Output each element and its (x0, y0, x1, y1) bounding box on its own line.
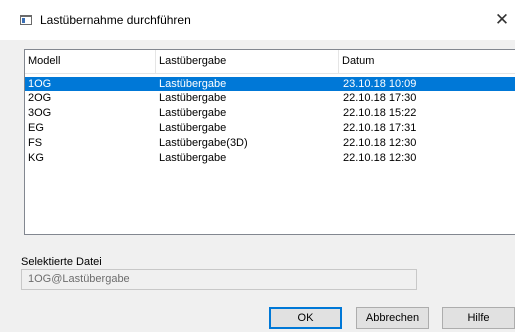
help-button[interactable]: Hilfe (442, 307, 515, 329)
cell-modell: 1OG (28, 78, 52, 90)
cell-lastuebergabe: Lastübergabe (159, 92, 227, 104)
cell-lastuebergabe: Lastübergabe (159, 152, 227, 164)
list-row-1og[interactable]: 1OG Lastübergabe 23.10.18 10:09 (25, 77, 515, 91)
cell-datum: 22.10.18 12:30 (343, 137, 417, 149)
cell-lastuebergabe: Lastübergabe (159, 107, 227, 119)
cell-datum: 23.10.18 10:09 (343, 78, 417, 90)
cell-datum: 22.10.18 12:30 (343, 152, 417, 164)
list-row-kg[interactable]: KG Lastübergabe 22.10.18 12:30 (25, 152, 515, 165)
cell-modell: EG (28, 122, 44, 134)
window-app-icon (20, 15, 32, 25)
cell-modell: KG (28, 152, 44, 164)
cell-lastuebergabe: Lastübergabe (159, 78, 227, 90)
dialog-title: Lastübernahme durchführen (40, 13, 191, 27)
dialog-window: Lastübernahme durchführen ✕ Modell Lastü… (0, 0, 515, 332)
list-row-2og[interactable]: 2OG Lastübergabe 22.10.18 17:30 (25, 92, 515, 105)
column-header-lastuebergabe[interactable]: Lastübergabe (156, 50, 339, 73)
list-header: Modell Lastübergabe Datum (25, 50, 515, 74)
model-list[interactable]: Modell Lastübergabe Datum 1OG Lastüberga… (24, 49, 515, 235)
cancel-button[interactable]: Abbrechen (356, 307, 429, 329)
ok-button[interactable]: OK (269, 307, 342, 329)
cell-lastuebergabe: Lastübergabe(3D) (159, 137, 248, 149)
cell-modell: FS (28, 137, 43, 149)
cell-datum: 22.10.18 17:30 (343, 92, 417, 104)
column-header-datum[interactable]: Datum (339, 50, 515, 73)
cell-datum: 22.10.18 17:31 (343, 122, 417, 134)
list-row-3og[interactable]: 3OG Lastübergabe 22.10.18 15:22 (25, 107, 515, 120)
list-row-eg[interactable]: EG Lastübergabe 22.10.18 17:31 (25, 122, 515, 135)
title-bar: Lastübernahme durchführen ✕ (0, 0, 515, 40)
list-rows: 1OG Lastübergabe 23.10.18 10:09 2OG Last… (25, 77, 515, 167)
cell-modell: 3OG (28, 107, 52, 119)
cell-lastuebergabe: Lastübergabe (159, 122, 227, 134)
selected-file-label: Selektierte Datei (21, 256, 102, 268)
cell-modell: 2OG (28, 92, 52, 104)
column-header-modell[interactable]: Modell (25, 50, 156, 73)
list-row-fs[interactable]: FS Lastübergabe(3D) 22.10.18 12:30 (25, 137, 515, 150)
selected-file-field: 1OG@Lastübergabe (21, 269, 417, 290)
cell-datum: 22.10.18 15:22 (343, 107, 417, 119)
close-icon[interactable]: ✕ (489, 6, 515, 34)
